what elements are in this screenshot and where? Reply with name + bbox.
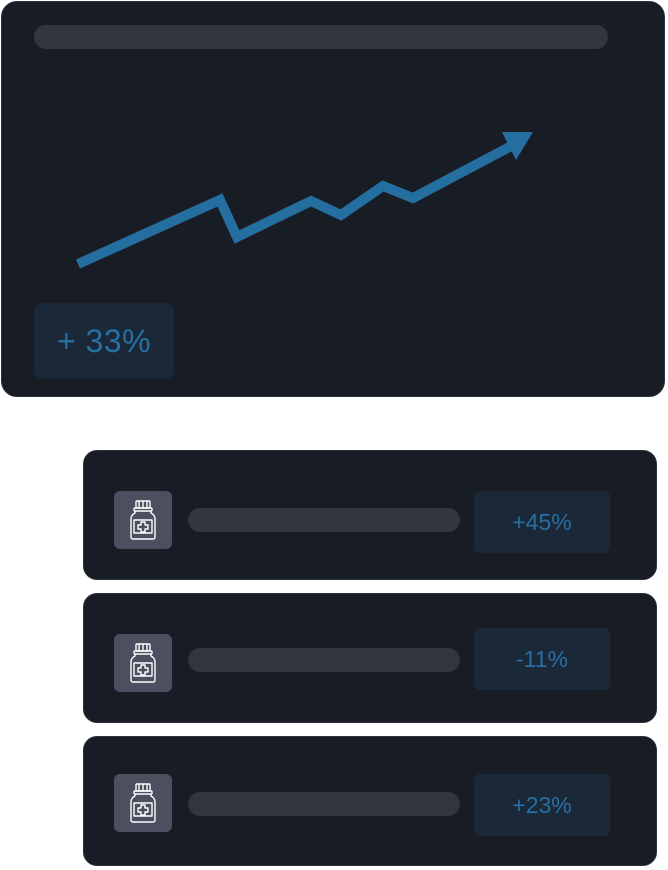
change-badge: -11% [474,628,610,690]
medicine-bottle-icon [114,491,172,549]
item-label-placeholder [188,508,460,532]
medicine-bottle-icon [114,774,172,832]
change-badge: +45% [474,491,610,553]
trend-line [75,138,520,269]
list-item[interactable]: +45% [83,450,657,580]
item-label-placeholder [188,648,460,672]
list-item[interactable]: -11% [83,593,657,723]
medicine-bottle-icon [114,634,172,692]
trend-chart [75,132,533,269]
item-label-placeholder [188,792,460,816]
list-item[interactable]: +23% [83,736,657,866]
change-badge: +23% [474,774,610,836]
